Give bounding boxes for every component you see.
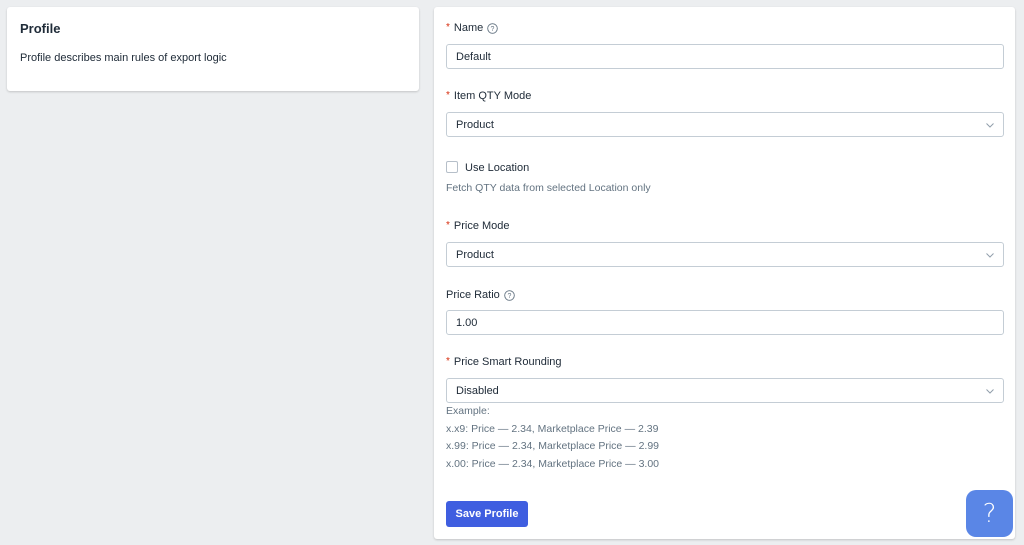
save-profile-button[interactable]: Save Profile [446, 501, 528, 527]
chevron-down-icon [986, 389, 994, 394]
item-qty-mode-value: Product [456, 118, 494, 131]
required-mark: * [446, 22, 450, 33]
use-location-hint: Fetch QTY data from selected Location on… [446, 182, 651, 194]
item-qty-mode-label: * Item QTY Mode [446, 89, 531, 103]
help-button[interactable]: ? [966, 490, 1013, 537]
name-label-text: Name [453, 22, 484, 34]
example-line: x.00: Price — 2.34, Marketplace Price — … [446, 458, 660, 470]
profile-title: Profile [20, 21, 61, 36]
profile-description: Profile describes main rules of export l… [20, 52, 227, 64]
profile-form: * Name ? Default * Item QTY Mode Product… [434, 7, 1015, 539]
profile-info-card: Profile Profile describes main rules of … [7, 7, 419, 91]
example-line: x.x9: Price — 2.34, Marketplace Price — … [446, 423, 659, 435]
price-smart-rounding-select[interactable]: Disabled [446, 378, 1004, 403]
question-circle-icon[interactable]: ? [504, 289, 515, 301]
question-mark-icon: ? [982, 498, 997, 529]
name-input[interactable]: Default [446, 44, 1004, 69]
price-smart-rounding-value: Disabled [456, 384, 499, 397]
price-mode-select[interactable]: Product [446, 242, 1004, 267]
price-ratio-label-text: Price Ratio [446, 289, 500, 301]
price-ratio-value: 1.00 [456, 316, 478, 329]
price-smart-rounding-label-text: Price Smart Rounding [453, 356, 562, 368]
use-location-checkbox[interactable] [446, 161, 458, 173]
price-mode-value: Product [456, 248, 494, 261]
name-label: * Name ? [446, 21, 499, 35]
question-circle-icon[interactable]: ? [487, 22, 499, 34]
svg-text:?: ? [507, 293, 511, 300]
required-mark: * [446, 356, 450, 367]
price-ratio-label: Price Ratio ? [446, 288, 515, 302]
chevron-down-icon [986, 253, 994, 258]
use-location-label[interactable]: Use Location [465, 161, 529, 175]
price-smart-rounding-label: * Price Smart Rounding [446, 355, 562, 369]
required-mark: * [446, 220, 450, 231]
example-title: Example: [446, 405, 490, 417]
item-qty-mode-label-text: Item QTY Mode [453, 90, 532, 102]
price-mode-label-text: Price Mode [453, 220, 510, 232]
chevron-down-icon [986, 123, 994, 128]
price-ratio-input[interactable]: 1.00 [446, 310, 1004, 335]
svg-text:?: ? [491, 26, 495, 33]
example-line: x.99: Price — 2.34, Marketplace Price — … [446, 440, 660, 452]
item-qty-mode-select[interactable]: Product [446, 112, 1004, 137]
name-input-value: Default [456, 50, 491, 63]
price-mode-label: * Price Mode [446, 219, 510, 233]
required-mark: * [446, 90, 450, 101]
